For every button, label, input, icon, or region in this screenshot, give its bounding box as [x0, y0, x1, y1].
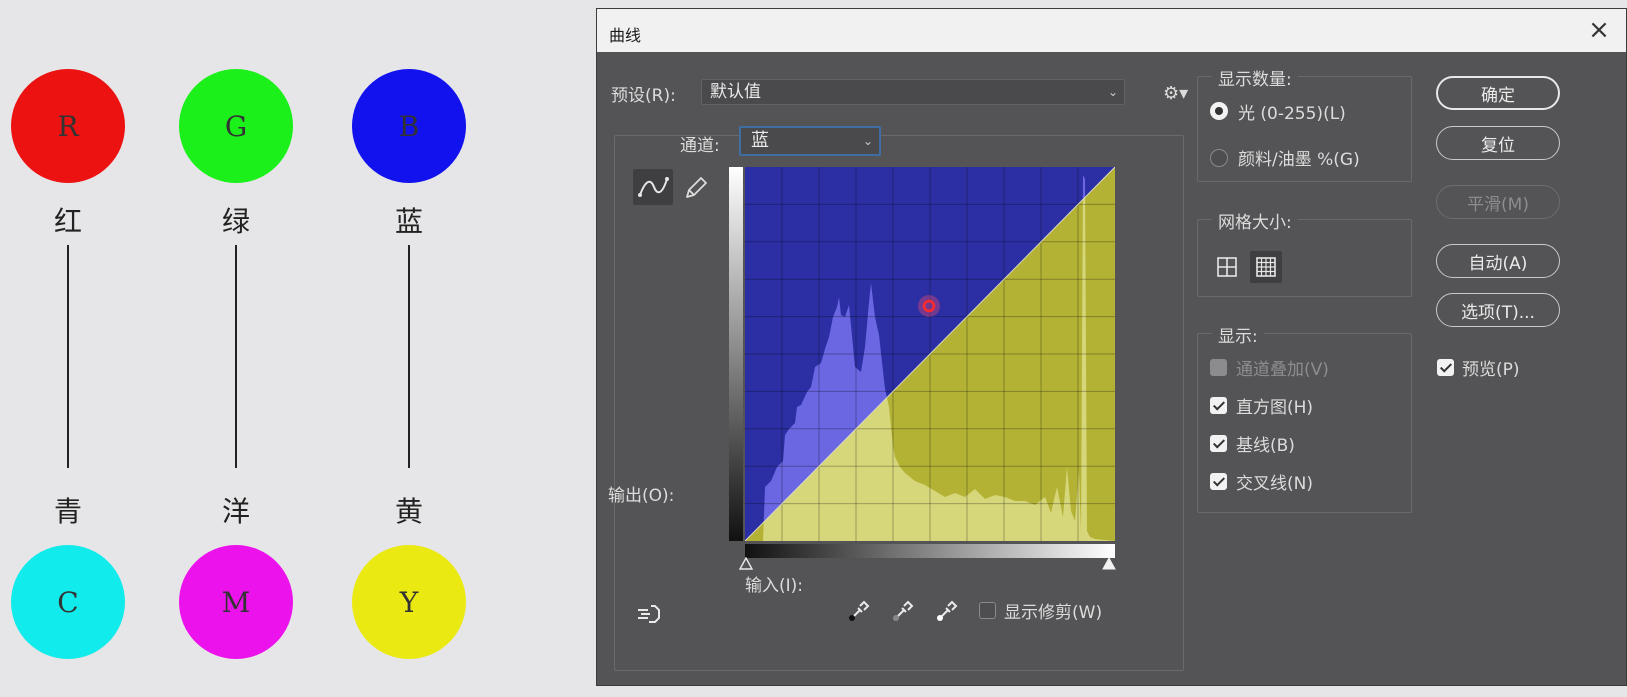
circle-y: Y [352, 545, 466, 659]
detailed-grid-icon [1256, 257, 1276, 277]
pigment-radio-label: 颜料/油墨 %(G) [1238, 150, 1360, 170]
detailed-grid-button[interactable] [1250, 251, 1282, 283]
dialog-title: 曲线 [609, 26, 642, 45]
smooth-button[interactable]: 平滑(M) [1436, 185, 1560, 219]
show-title: 显示: [1212, 322, 1264, 347]
reset-button[interactable]: 复位 [1436, 126, 1560, 160]
white-point-slider-icon[interactable] [1102, 557, 1116, 571]
label-red: 红 [53, 205, 82, 238]
connector-line [408, 245, 410, 468]
pencil-icon [686, 177, 707, 198]
output-gradient-bar [729, 167, 743, 541]
output-label: 输出(O): [608, 486, 675, 506]
black-point-slider-icon[interactable] [739, 557, 753, 571]
channel-value: 蓝 [751, 130, 769, 151]
connector-line [67, 245, 69, 468]
preview-checkbox[interactable] [1437, 359, 1454, 376]
curve-graph[interactable] [745, 167, 1115, 541]
gray-eyedropper-icon[interactable] [889, 599, 915, 625]
circle-b: B [352, 69, 466, 183]
curve-tool-button[interactable] [633, 169, 673, 205]
curve-icon [638, 177, 669, 197]
intersection-line-label: 交叉线(N) [1236, 474, 1313, 494]
circle-r: R [11, 69, 125, 183]
baseline-checkbox[interactable] [1210, 435, 1227, 452]
black-eyedropper-icon[interactable] [845, 599, 871, 625]
circle-c: C [11, 545, 125, 659]
show-clipping-label: 显示修剪(W) [1004, 603, 1103, 623]
close-icon[interactable]: × [1584, 15, 1614, 45]
circle-g: G [179, 69, 293, 183]
pencil-tool-button[interactable] [681, 173, 711, 203]
white-eyedropper-icon[interactable] [933, 599, 959, 625]
light-radio-label: 光 (0-255)(L) [1238, 104, 1346, 124]
grid-size-group: 网格大小: [1197, 208, 1412, 297]
channel-overlays-label: 通道叠加(V) [1236, 360, 1329, 380]
preset-value: 默认值 [710, 82, 761, 102]
label-blue: 蓝 [394, 205, 423, 238]
circle-m: M [179, 545, 293, 659]
options-button[interactable]: 选项(T)... [1436, 293, 1560, 327]
baseline-label: 基线(B) [1236, 436, 1295, 456]
label-cyan: 青 [53, 495, 82, 528]
grid-size-title: 网格大小: [1212, 208, 1298, 233]
pigment-radio[interactable] [1210, 149, 1228, 167]
label-green: 绿 [221, 205, 250, 238]
preset-dropdown[interactable]: 默认值 ⌄ [701, 79, 1125, 105]
input-gradient-bar [745, 544, 1115, 558]
show-clipping-checkbox[interactable] [979, 602, 996, 619]
preset-label: 预设(R): [611, 86, 676, 106]
gear-icon[interactable]: ⚙▾ [1163, 83, 1188, 104]
simple-grid-icon[interactable] [1216, 256, 1238, 278]
preview-label: 预览(P) [1462, 360, 1520, 380]
title-bar[interactable]: 曲线 × [597, 9, 1626, 52]
label-yellow: 黄 [394, 495, 423, 528]
intersection-line-checkbox[interactable] [1210, 473, 1227, 490]
auto-button[interactable]: 自动(A) [1436, 244, 1560, 278]
show-group: 显示: 通道叠加(V) 直方图(H) 基线(B) 交叉线(N) [1197, 322, 1412, 513]
target-adjust-icon[interactable] [635, 601, 665, 627]
cursor-marker [918, 295, 940, 317]
ok-button[interactable]: 确定 [1436, 76, 1560, 110]
curves-dialog: 曲线 × 预设(R): 默认值 ⌄ ⚙▾ 通道: 蓝 ⌄ 输出(O): 输入(I… [596, 8, 1627, 686]
label-magenta: 洋 [221, 495, 250, 528]
display-amount-group: 显示数量: 光 (0-255)(L) 颜料/油墨 %(G) [1197, 65, 1412, 182]
connector-line [235, 245, 237, 468]
channel-overlays-checkbox[interactable] [1210, 359, 1227, 376]
channel-dropdown[interactable]: 蓝 ⌄ [739, 126, 881, 156]
chevron-down-icon: ⌄ [1107, 85, 1118, 99]
channel-label: 通道: [680, 136, 720, 156]
light-radio[interactable] [1210, 102, 1228, 120]
histogram-label: 直方图(H) [1236, 398, 1314, 418]
histogram-checkbox[interactable] [1210, 397, 1227, 414]
display-amount-title: 显示数量: [1212, 65, 1298, 90]
chevron-down-icon: ⌄ [862, 134, 873, 148]
input-label: 输入(I): [745, 576, 804, 596]
